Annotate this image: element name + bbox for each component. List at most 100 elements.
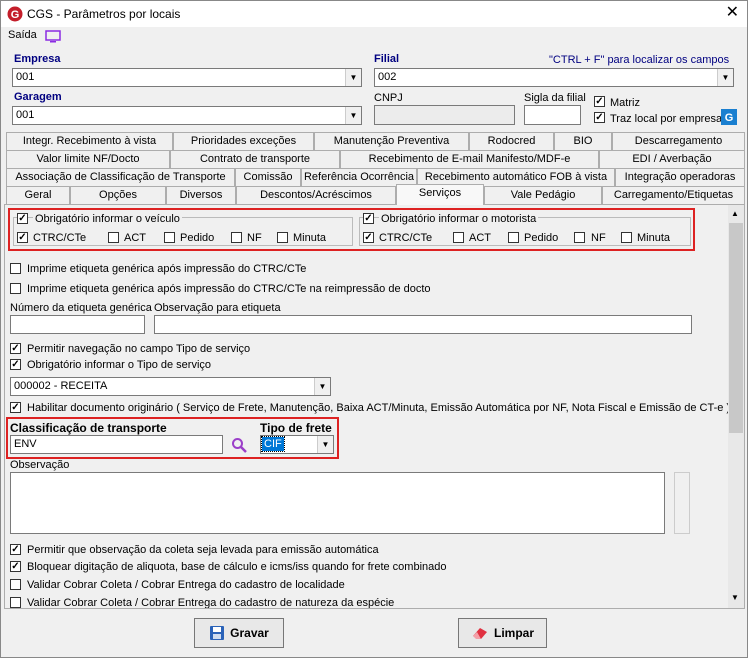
validar2-checkbox[interactable] bbox=[10, 597, 21, 608]
chevron-down-icon[interactable]: ▼ bbox=[314, 378, 330, 395]
empresa-select[interactable]: 001 ▼ bbox=[12, 68, 362, 87]
veiculo-pedido-checkbox[interactable] bbox=[164, 232, 175, 243]
filial-label: Filial bbox=[374, 53, 400, 65]
veiculo-act-checkbox[interactable] bbox=[108, 232, 119, 243]
chevron-down-icon[interactable]: ▼ bbox=[731, 593, 739, 602]
motorista-nf-label: NF bbox=[591, 232, 606, 244]
tab-carregamento[interactable]: Carregamento/Etiquetas bbox=[602, 186, 745, 204]
traz-local-label: Traz local por empresa bbox=[610, 113, 723, 125]
imprime2-checkbox[interactable] bbox=[10, 283, 21, 294]
validar1-checkbox[interactable] bbox=[10, 579, 21, 590]
tab-manutencao[interactable]: Manutenção Preventiva bbox=[314, 132, 469, 150]
numero-etiqueta-field[interactable] bbox=[10, 315, 145, 334]
limpar-button[interactable]: Limpar bbox=[458, 618, 547, 648]
bloquear-checkbox[interactable]: ✓ bbox=[10, 561, 21, 572]
obrig-tipo-label: Obrigatório informar o Tipo de serviço bbox=[27, 359, 212, 371]
permitir-nav-checkbox[interactable]: ✓ bbox=[10, 343, 21, 354]
sigla-field[interactable] bbox=[524, 105, 581, 125]
motorista-act-checkbox[interactable] bbox=[453, 232, 464, 243]
tab-associacao[interactable]: Associação de Classificação de Transport… bbox=[6, 168, 235, 186]
veiculo-nf-label: NF bbox=[247, 232, 262, 244]
classificacao-field[interactable]: ENV bbox=[10, 435, 223, 454]
obs-etiqueta-field[interactable] bbox=[154, 315, 692, 334]
save-icon bbox=[210, 626, 225, 640]
chevron-down-icon[interactable]: ▼ bbox=[345, 69, 361, 86]
tab-contrato[interactable]: Contrato de transporte bbox=[170, 150, 340, 168]
empresa-label: Empresa bbox=[14, 53, 61, 65]
tab-servicos[interactable]: Serviços bbox=[396, 184, 484, 205]
svg-text:G: G bbox=[725, 112, 734, 124]
motorista-pedido-checkbox[interactable] bbox=[508, 232, 519, 243]
scrollbar-thumb[interactable] bbox=[729, 223, 743, 433]
veiculo-minuta-checkbox[interactable] bbox=[277, 232, 288, 243]
cnpj-label: CNPJ bbox=[374, 92, 403, 104]
filial-select[interactable]: 002 ▼ bbox=[374, 68, 734, 87]
cnpj-field[interactable] bbox=[374, 105, 515, 125]
veiculo-checkbox[interactable]: ✓ bbox=[17, 213, 28, 224]
obrig-tipo-checkbox[interactable]: ✓ bbox=[10, 359, 21, 370]
traz-local-checkbox[interactable]: ✓ bbox=[594, 112, 605, 123]
motorista-checkbox[interactable]: ✓ bbox=[363, 213, 374, 224]
menu-saida[interactable]: Saída bbox=[8, 29, 37, 41]
obs-etiqueta-label: Observação para etiqueta bbox=[154, 302, 281, 314]
garagem-label: Garagem bbox=[14, 91, 62, 103]
veiculo-ctrc-label: CTRC/CTe bbox=[33, 232, 87, 244]
tab-vale-pedagio[interactable]: Vale Pedágio bbox=[484, 186, 602, 204]
motorista-minuta-checkbox[interactable] bbox=[621, 232, 632, 243]
tipo-frete-select[interactable]: CIF ▼ bbox=[260, 435, 334, 454]
observacao-textarea[interactable] bbox=[10, 472, 665, 534]
tab-comissao[interactable]: Comissão bbox=[235, 168, 301, 186]
veiculo-ctrc-checkbox[interactable]: ✓ bbox=[17, 232, 28, 243]
bloquear-label: Bloquear digitação de aliquota, base de … bbox=[27, 561, 447, 573]
tab-rodocred[interactable]: Rodocred bbox=[469, 132, 554, 150]
monitor-icon[interactable] bbox=[45, 30, 61, 43]
tab-recebimento-email[interactable]: Recebimento de E-mail Manifesto/MDF-e bbox=[340, 150, 599, 168]
close-button[interactable]: ✕ bbox=[726, 4, 739, 22]
veiculo-nf-checkbox[interactable] bbox=[231, 232, 242, 243]
habilitar-doc-checkbox[interactable]: ✓ bbox=[10, 402, 21, 413]
habilitar-doc-label: Habilitar documento originário ( Serviço… bbox=[27, 402, 731, 414]
permitir-obs-label: Permitir que observação da coleta seja l… bbox=[27, 544, 379, 556]
chevron-down-icon[interactable]: ▼ bbox=[317, 436, 333, 453]
observacao-scrollbar[interactable] bbox=[674, 472, 690, 534]
classificacao-label: Classificação de transporte bbox=[10, 421, 167, 435]
motorista-nf-checkbox[interactable] bbox=[574, 232, 585, 243]
chevron-up-icon[interactable]: ▲ bbox=[731, 209, 739, 218]
motorista-act-label: ACT bbox=[469, 232, 491, 244]
servicos-panel: ✓ Obrigatório informar o veículo ✓ CTRC/… bbox=[4, 204, 745, 609]
panel-scrollbar[interactable]: ▲ ▼ bbox=[728, 205, 744, 608]
gravar-button[interactable]: Gravar bbox=[194, 618, 284, 648]
tab-diversos[interactable]: Diversos bbox=[166, 186, 236, 204]
chevron-down-icon[interactable]: ▼ bbox=[717, 69, 733, 86]
eraser-icon bbox=[472, 628, 487, 639]
app-logo-icon[interactable]: G bbox=[721, 109, 737, 125]
tab-descarregamento[interactable]: Descarregamento bbox=[612, 132, 745, 150]
tab-geral[interactable]: Geral bbox=[6, 186, 70, 204]
numero-etiqueta-label: Número da etiqueta genérica bbox=[10, 302, 152, 314]
tab-integr-recebimento[interactable]: Integr. Recebimento à vista bbox=[6, 132, 173, 150]
motorista-ctrc-checkbox[interactable]: ✓ bbox=[363, 232, 374, 243]
tab-valor-limite[interactable]: Valor limite NF/Docto bbox=[6, 150, 170, 168]
matriz-checkbox[interactable]: ✓ bbox=[594, 96, 605, 107]
tab-integracao[interactable]: Integração operadoras bbox=[615, 168, 745, 186]
tab-prioridades[interactable]: Prioridades exceções bbox=[173, 132, 314, 150]
chevron-down-icon[interactable]: ▼ bbox=[345, 107, 361, 124]
tab-edi[interactable]: EDI / Averbação bbox=[599, 150, 745, 168]
search-icon[interactable] bbox=[231, 437, 247, 453]
garagem-select[interactable]: 001 ▼ bbox=[12, 106, 362, 125]
tab-descontos[interactable]: Descontos/Acréscimos bbox=[236, 186, 396, 204]
motorista-title: Obrigatório informar o motorista bbox=[379, 213, 539, 225]
tab-bio[interactable]: BIO bbox=[554, 132, 612, 150]
tipo-servico-select[interactable]: 000002 - RECEITA ▼ bbox=[10, 377, 331, 396]
ctrl-f-hint: "CTRL + F" para localizar os campos bbox=[549, 54, 730, 66]
permitir-obs-checkbox[interactable]: ✓ bbox=[10, 544, 21, 555]
veiculo-minuta-label: Minuta bbox=[293, 232, 327, 244]
tab-opcoes[interactable]: Opções bbox=[70, 186, 166, 204]
veiculo-title: Obrigatório informar o veículo bbox=[33, 213, 182, 225]
title-bar: G CGS - Parâmetros por locais ✕ bbox=[1, 1, 747, 27]
validar2-label: Validar Cobrar Coleta / Cobrar Entrega d… bbox=[27, 597, 395, 609]
observacao-label: Observação bbox=[10, 459, 70, 471]
imprime1-checkbox[interactable] bbox=[10, 263, 21, 274]
motorista-minuta-label: Minuta bbox=[637, 232, 671, 244]
matriz-label: Matriz bbox=[610, 97, 640, 109]
